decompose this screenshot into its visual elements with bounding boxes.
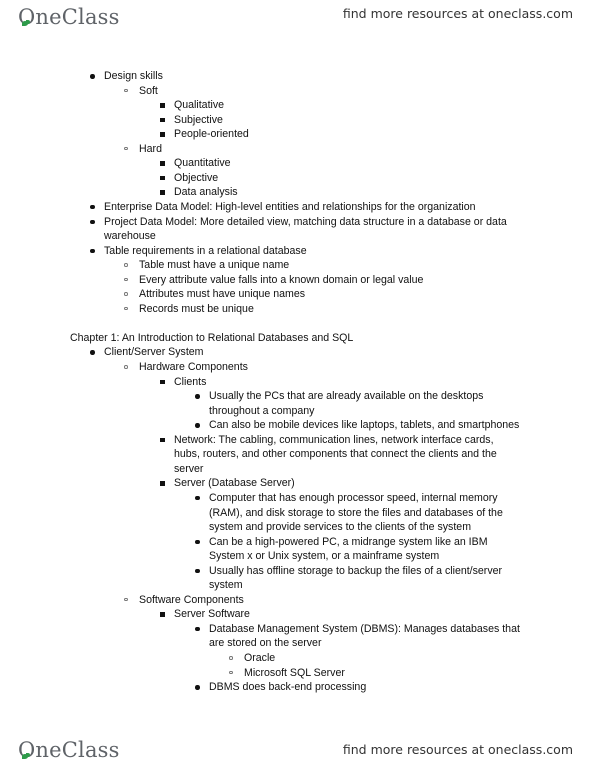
outline-text: Table must have a unique name xyxy=(139,259,290,272)
disc-bullet-icon xyxy=(195,539,200,545)
circle-bullet-icon xyxy=(124,292,128,296)
square-bullet-icon xyxy=(160,161,165,166)
outline-text: warehouse xyxy=(104,230,156,243)
outline-text: DBMS does back-end processing xyxy=(209,681,367,694)
section-heading: Chapter 1: An Introduction to Relational… xyxy=(70,331,354,344)
square-bullet-icon xyxy=(160,612,165,617)
outline-text: Records must be unique xyxy=(139,302,254,315)
outline-text: Soft xyxy=(139,84,158,97)
disc-bullet-icon xyxy=(90,204,95,210)
outline-text: Clients xyxy=(174,375,207,388)
disc-bullet-icon xyxy=(90,248,95,254)
outline-text: (RAM), and disk storage to store the fil… xyxy=(209,506,503,519)
outline-text: Server Software xyxy=(174,608,250,621)
circle-bullet-icon xyxy=(124,365,128,369)
outline-text: Software Components xyxy=(139,593,244,606)
circle-bullet-icon xyxy=(124,306,128,311)
circle-bullet-icon xyxy=(124,146,128,151)
outline-text: Data analysis xyxy=(174,186,238,199)
circle-bullet-icon xyxy=(124,263,128,267)
outline-text: Hard xyxy=(139,142,162,155)
outline-text: system xyxy=(209,579,243,592)
circle-bullet-icon xyxy=(229,670,233,675)
oneclass-logo-footer[interactable]: OneClass xyxy=(18,738,120,762)
disc-bullet-icon xyxy=(195,685,200,690)
outline-text: hubs, routers, and other components that… xyxy=(174,448,497,461)
disc-bullet-icon xyxy=(195,394,200,399)
square-bullet-icon xyxy=(160,379,165,385)
outline-text: Project Data Model: More detailed view, … xyxy=(104,215,507,228)
outline-text: system and provide services to the clien… xyxy=(209,521,472,534)
outline-text: Oracle xyxy=(244,652,276,664)
outline-text: Design skills xyxy=(104,70,163,82)
outline-text: Network: The cabling, communication line… xyxy=(174,433,494,446)
disc-bullet-icon xyxy=(195,495,200,501)
logo-text: OneClass xyxy=(18,738,120,762)
disc-bullet-icon xyxy=(90,350,95,355)
circle-bullet-icon xyxy=(124,277,128,282)
outline-text: People-oriented xyxy=(174,128,249,141)
outline-text: Qualitative xyxy=(174,99,225,112)
outline-text: are stored on the server xyxy=(209,637,322,650)
circle-bullet-icon xyxy=(229,656,233,660)
outline-text: Quantitative xyxy=(174,157,231,170)
disc-bullet-icon xyxy=(90,219,95,224)
outline-text: Every attribute value falls into a known… xyxy=(139,273,424,286)
outline-text: Can also be mobile devices like laptops,… xyxy=(209,419,520,432)
outline-text: throughout a company xyxy=(209,404,315,417)
circle-bullet-icon xyxy=(124,597,128,602)
outline-text: Usually has offline storage to backup th… xyxy=(209,564,503,577)
outline-text: Attributes must have unique names xyxy=(139,288,306,301)
oneclass-logo[interactable]: OneClass xyxy=(18,5,120,29)
outline-text: Objective xyxy=(174,171,219,184)
square-bullet-icon xyxy=(160,132,165,137)
disc-bullet-icon xyxy=(90,74,95,79)
square-bullet-icon xyxy=(160,117,165,123)
resources-link[interactable]: find more resources at oneclass.com xyxy=(343,6,573,21)
outline-text: Computer that has enough processor speed… xyxy=(209,491,498,504)
outline-text: Database Management System (DBMS): Manag… xyxy=(209,622,520,635)
outline-text: server xyxy=(174,462,204,475)
outline-text: Enterprise Data Model: High-level entiti… xyxy=(104,200,476,213)
outline-text: Subjective xyxy=(174,113,223,126)
square-bullet-icon xyxy=(160,175,165,181)
square-bullet-icon xyxy=(160,103,165,108)
square-bullet-icon xyxy=(160,437,165,443)
logo-text: OneClass xyxy=(18,5,120,29)
disc-bullet-icon xyxy=(195,626,200,632)
outline-text: Client/Server System xyxy=(104,346,204,359)
resources-link-footer[interactable]: find more resources at oneclass.com xyxy=(343,742,573,757)
outline-text: Usually the PCs that are already availab… xyxy=(209,390,484,403)
outline-text: Can be a high-powered PC, a midrange sys… xyxy=(209,535,488,548)
square-bullet-icon xyxy=(160,190,165,195)
outline-text: System x or Unix system, or a mainframe … xyxy=(209,550,440,563)
disc-bullet-icon xyxy=(195,423,200,428)
outline-text: Hardware Components xyxy=(139,361,248,373)
square-bullet-icon xyxy=(160,481,165,486)
outline-text: Table requirements in a relational datab… xyxy=(104,244,307,257)
outline-text: Microsoft SQL Server xyxy=(244,666,345,679)
circle-bullet-icon xyxy=(124,88,128,93)
disc-bullet-icon xyxy=(195,568,200,574)
outline-text: Server (Database Server) xyxy=(174,477,295,490)
